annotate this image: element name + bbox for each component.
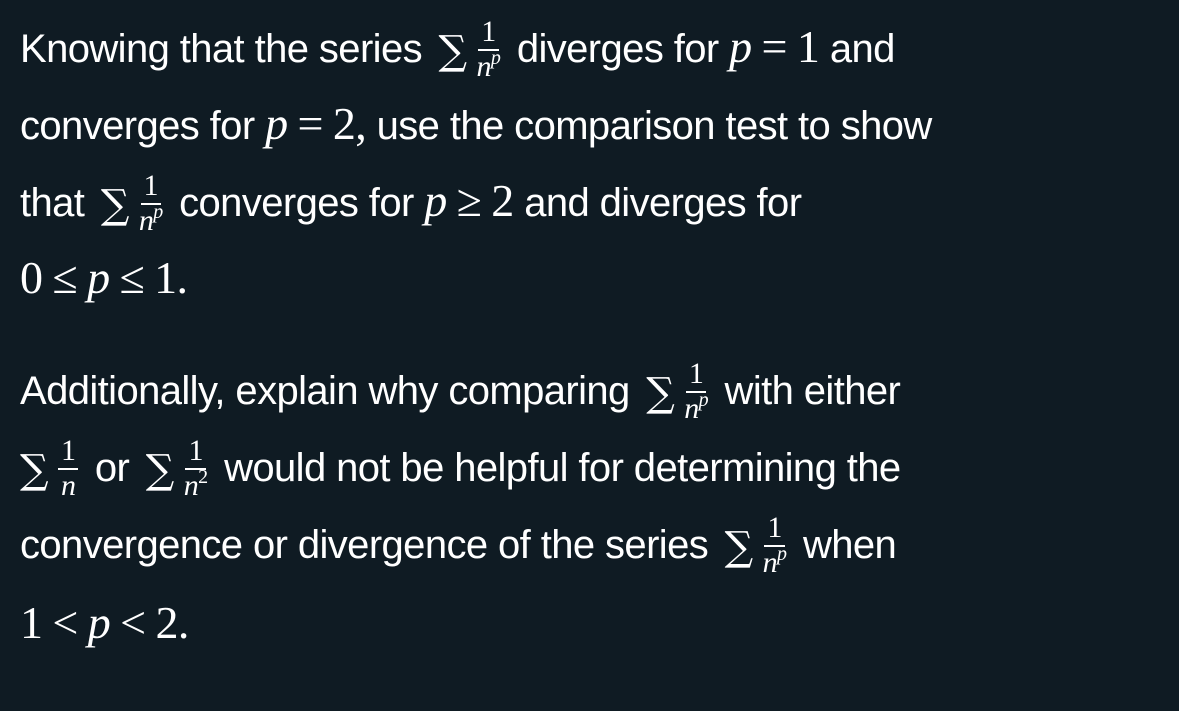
numerator: 1 [764,512,785,547]
line-1: Knowing that the series ∑ 1 np diverges fo… [20,8,1179,85]
den-base: n [138,203,154,237]
sum-symbol: ∑ [100,182,130,228]
math-num: 2 [491,175,514,226]
fraction-1-over-n-p: 1 np [138,170,163,237]
fraction-1-over-n: 1n [57,435,79,502]
den-base: n [183,468,199,502]
text: convergence or divergence of the series [20,523,709,567]
math-op: = [761,21,788,72]
math-num: 2, [332,98,367,149]
text: with either [724,369,901,413]
den-exponent: p [777,542,787,565]
sum-symbol: ∑ [438,28,468,74]
den-base: n [684,391,699,425]
numerator: 1 [57,435,79,470]
math-var: p [87,252,110,303]
denominator: n [60,468,76,502]
line-8: 1 < p <2. [20,584,1179,661]
line-4: 0 ≤ p ≤1. [20,239,1179,316]
math-op: ≤ [52,252,78,303]
denominator: n2 [183,467,208,502]
text: when [802,523,897,567]
fraction-1-over-n-p: 1 np [762,512,787,579]
sum-symbol: ∑ [646,370,675,416]
math-num: 0 [20,252,43,303]
text: converges for [20,104,255,148]
math-num: 2. [155,597,190,648]
den-exponent: 2 [198,465,208,488]
math-num: 1. [154,252,188,303]
den-base: n [762,545,778,579]
paragraph-1: Knowing that the series ∑ 1 np diverges fo… [20,8,1179,316]
fraction-1-over-n-p: 1 np [684,358,708,425]
paragraph-2: Additionally, explain why comparing ∑ 1 np… [20,353,1179,661]
text: would not be helpful for determining the [224,446,901,490]
line-3: that ∑ 1 np converges for p ≥2 and diverges… [20,162,1179,239]
math-op: < [52,597,78,648]
math-op: ≥ [456,175,482,226]
text: diverges for [516,27,719,71]
text: Additionally, explain why comparing [20,369,630,413]
sum-symbol: ∑ [20,447,49,493]
denominator: np [684,390,708,425]
math-num: 1 [796,21,820,72]
numerator: 1 [140,170,161,205]
text: Knowing that the series [20,27,423,71]
math-var: p [729,21,752,72]
math-op: < [120,597,146,648]
den-base: n [476,49,492,83]
math-var: p [87,597,111,648]
line-5: Additionally, explain why comparing ∑ 1 np… [20,353,1179,430]
math-var: p [265,98,288,149]
line-6: ∑ 1 n or ∑ 1 n2 would not be helpful for det… [20,430,1179,507]
numerator: 1 [185,435,206,470]
den-exponent: p [698,388,709,411]
text: or [94,446,130,490]
math-op: ≤ [119,252,145,303]
numerator: 1 [478,16,499,51]
text: and diverges for [524,181,802,225]
math-op: = [297,98,323,149]
text: and [829,27,896,71]
den-exponent: p [490,46,501,69]
text: use the comparison test to show [376,104,933,148]
document: Knowing that the series ∑ 1 np diverges fo… [0,0,1179,661]
den-base: n [60,468,76,502]
sum-symbol: ∑ [724,524,754,570]
den-exponent: p [153,200,163,223]
line-7: convergence or divergence of the series … [20,507,1179,584]
denominator: np [138,202,163,237]
text: that [20,181,85,225]
line-2: converges for p = 2, use the comparison te… [20,85,1179,162]
numerator: 1 [685,358,707,393]
fraction-1-over-n-p: 1 np [476,16,501,83]
fraction-1-over-n-squared: 1 n2 [183,435,208,502]
math-var: p [424,175,447,226]
denominator: np [762,544,787,579]
math-num: 1 [20,597,43,648]
sum-symbol: ∑ [145,447,175,493]
denominator: np [476,48,501,83]
text: converges for [179,181,414,225]
